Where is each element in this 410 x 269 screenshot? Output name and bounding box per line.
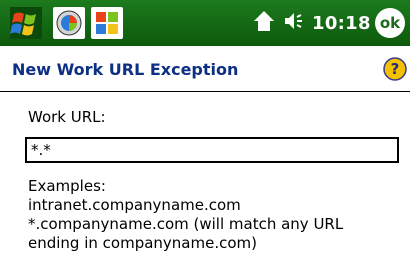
page-title: New Work URL Exception (12, 60, 239, 79)
example-line: *.companyname.com (will match any URL (28, 215, 344, 233)
svg-text:?: ? (391, 60, 400, 78)
windows-flag-icon[interactable] (8, 5, 44, 41)
work-url-label: Work URL: (28, 108, 106, 126)
ok-button[interactable]: ok (375, 8, 405, 38)
status-bar: 10:18 ok (0, 0, 410, 46)
volume-icon[interactable] (282, 9, 306, 37)
work-url-input[interactable] (25, 137, 399, 163)
help-icon[interactable]: ? (383, 57, 407, 81)
connectivity-icon[interactable] (252, 9, 276, 37)
circle-app-icon[interactable] (53, 7, 85, 39)
examples-heading: Examples: (28, 177, 106, 195)
examples-text: Examples: intranet.companyname.com *.com… (28, 177, 403, 253)
clock[interactable]: 10:18 (312, 13, 371, 34)
header-divider (0, 91, 410, 92)
screen: 10:18 ok New Work URL Exception ? Work U… (0, 0, 410, 269)
example-line: ending in companyname.com) (28, 234, 257, 252)
page-header: New Work URL Exception ? (0, 46, 410, 96)
windows-flag-app-icon[interactable] (91, 7, 123, 39)
example-line: intranet.companyname.com (28, 196, 241, 214)
system-tray: 10:18 (252, 9, 371, 37)
